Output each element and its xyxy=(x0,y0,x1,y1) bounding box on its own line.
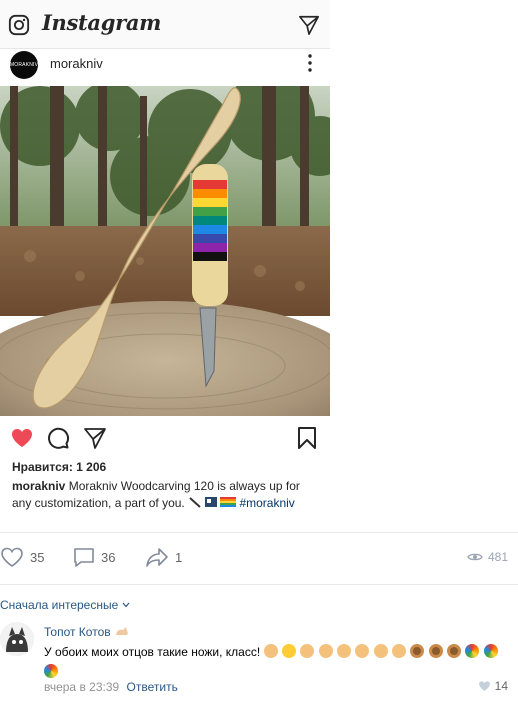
doughnut-emoji-icon xyxy=(428,644,443,658)
more-options-icon[interactable] xyxy=(308,54,312,72)
cat-emoji-icon xyxy=(115,627,128,635)
comment-item: Топот Котов У обоих моих отцов такие нож… xyxy=(0,622,518,697)
comment-text: У обоих моих отцов такие ножи, класс! xyxy=(44,645,261,659)
avatar-logo-text: MORAKNIV xyxy=(9,62,39,68)
rainbow-flag-emoji-icon xyxy=(220,497,237,507)
likes-count[interactable]: Нравится: 1 206 xyxy=(12,460,106,474)
comment-outline-icon xyxy=(74,548,94,567)
caption-emoji xyxy=(188,495,237,509)
comment-time[interactable]: вчера в 23:39 xyxy=(44,680,119,694)
direct-message-icon[interactable] xyxy=(298,14,320,36)
divider xyxy=(0,532,518,533)
comment-count: 36 xyxy=(101,549,116,565)
heart-outline-icon xyxy=(1,547,23,567)
comment-like-button[interactable]: 14 xyxy=(478,679,508,693)
reply-link[interactable]: Ответить xyxy=(127,680,178,694)
rainbow-emoji-icon xyxy=(44,664,58,678)
comment-meta: вчера в 23:39 Ответить xyxy=(44,680,178,694)
share-count: 1 xyxy=(175,549,183,565)
camera-icon[interactable] xyxy=(8,14,30,36)
divider xyxy=(0,584,518,585)
heart-icon xyxy=(478,681,490,691)
share-arrow-icon xyxy=(146,548,168,567)
eye-icon xyxy=(467,553,483,561)
views-count: 481 xyxy=(487,550,508,564)
pointing-hand-emoji-icon xyxy=(391,644,406,658)
comment-author[interactable]: Топот Котов xyxy=(44,625,130,639)
author-avatar[interactable]: MORAKNIV xyxy=(10,51,38,79)
pointing-hand-emoji-icon xyxy=(373,644,388,658)
heart-icon[interactable] xyxy=(10,426,34,450)
comment-button[interactable]: 36 xyxy=(73,546,115,568)
caption-hashtag[interactable]: #morakniv xyxy=(239,496,294,510)
flexed-biceps-emoji-icon xyxy=(300,644,315,658)
post-stats-bar: 35 36 1 481 xyxy=(0,542,518,572)
share-icon[interactable] xyxy=(83,426,107,450)
comments-sort-dropdown[interactable]: Сначала интересные xyxy=(0,598,130,612)
post-caption: morakniv Morakniv Woodcarving 120 is alw… xyxy=(12,478,322,512)
flexed-biceps-emoji-icon xyxy=(336,644,351,658)
views-counter: 481 xyxy=(467,550,508,564)
caption-username[interactable]: morakniv xyxy=(12,479,65,493)
knife-and-spoon-photo xyxy=(0,86,330,416)
sort-label: Сначала интересные xyxy=(0,598,119,612)
pointing-hand-emoji-icon xyxy=(355,644,370,658)
author-username[interactable]: morakniv xyxy=(50,56,103,71)
instagram-header: Instagram xyxy=(0,0,330,49)
rainbow-emoji-icon xyxy=(465,644,480,658)
cat-avatar-icon xyxy=(0,622,34,656)
flag-emoji-icon xyxy=(205,497,218,507)
doughnut-emoji-icon xyxy=(410,644,425,658)
comment-author-name: Топот Котов xyxy=(44,625,111,639)
like-button[interactable]: 35 xyxy=(0,546,44,568)
instagram-embed: Instagram MORAKNIV morakniv Нравится: 1 … xyxy=(0,0,330,520)
sunglasses-emoji-icon xyxy=(281,644,296,658)
thumbs-up-emoji-icon xyxy=(263,644,278,658)
post-author-row: MORAKNIV morakniv xyxy=(0,48,330,86)
instagram-actions xyxy=(0,422,330,452)
rainbow-emoji-icon xyxy=(483,644,498,658)
instagram-logo[interactable]: Instagram xyxy=(42,10,161,35)
bookmark-icon[interactable] xyxy=(295,426,319,450)
like-count: 35 xyxy=(30,549,45,565)
post-photo[interactable] xyxy=(0,86,330,416)
flexed-biceps-emoji-icon xyxy=(318,644,333,658)
comment-avatar[interactable] xyxy=(0,622,34,656)
doughnut-emoji-icon xyxy=(446,644,461,658)
chevron-down-icon xyxy=(122,602,130,608)
share-button[interactable]: 1 xyxy=(145,546,182,568)
comment-text-block: У обоих моих отцов такие ножи, класс! xyxy=(44,642,506,682)
comment-like-count: 14 xyxy=(494,679,508,693)
knife-emoji-icon xyxy=(189,497,201,508)
comment-icon[interactable] xyxy=(46,426,70,450)
